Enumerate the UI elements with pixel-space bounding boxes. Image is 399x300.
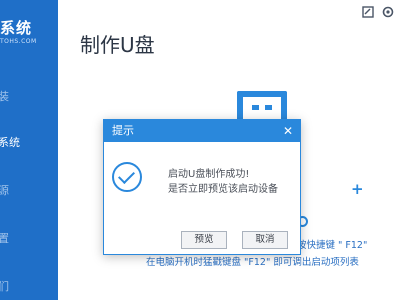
success-dialog: 提示 ✕ 启动U盘制作成功! 是否立即预览该启动设备 预览 取消 bbox=[103, 119, 301, 255]
dialog-message-line1: 启动U盘制作成功! bbox=[168, 169, 250, 180]
cancel-button[interactable]: 取消 bbox=[242, 231, 288, 249]
sidebar: 系统 TOHS.COM 装 系统 源 置 们 bbox=[0, 0, 58, 300]
dialog-title: 提示 bbox=[112, 124, 134, 137]
sidebar-item-source[interactable]: 源 bbox=[0, 181, 58, 201]
page-title: 制作U盘 bbox=[80, 33, 155, 57]
dialog-message-line2: 是否立即预览该启动设备 bbox=[168, 184, 278, 195]
dialog-header: 提示 ✕ bbox=[104, 120, 300, 142]
plus-icon: + bbox=[351, 180, 364, 198]
brand-subtitle: TOHS.COM bbox=[0, 38, 37, 45]
feedback-icon[interactable] bbox=[361, 6, 375, 20]
hotkey-hint: 按快捷键 " F12" bbox=[297, 240, 368, 251]
close-icon[interactable]: ✕ bbox=[281, 120, 295, 142]
sidebar-item-about[interactable]: 们 bbox=[0, 277, 58, 297]
sidebar-item-system[interactable]: 系统 bbox=[0, 133, 58, 153]
settings-icon[interactable] bbox=[381, 6, 395, 20]
sidebar-item-settings[interactable]: 置 bbox=[0, 229, 58, 249]
brand-logo: 系统 bbox=[0, 19, 33, 37]
boot-hint: 在电脑开机时猛戳键盘 "F12" 即可调出启动项列表 bbox=[146, 257, 359, 268]
check-icon bbox=[112, 162, 142, 192]
preview-button[interactable]: 预览 bbox=[181, 231, 227, 249]
sidebar-item-install[interactable]: 装 bbox=[0, 87, 58, 107]
